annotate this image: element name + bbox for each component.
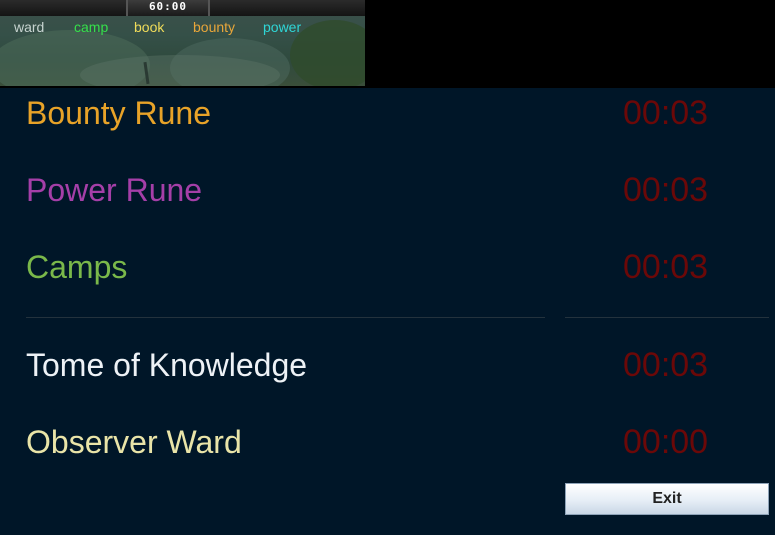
- timer-label-tome-of-knowledge: Tome of Knowledge: [26, 347, 308, 383]
- timer-label-power-rune: Power Rune: [26, 172, 203, 208]
- overlay-tag-bounty: bounty: [193, 19, 236, 35]
- section-divider-right: [565, 317, 769, 318]
- timer-value-camps: 00:03: [623, 248, 709, 286]
- overlay-tag-power: power: [263, 19, 302, 35]
- overlay-tag-ward: ward: [14, 19, 45, 35]
- exit-button[interactable]: Exit: [565, 483, 769, 515]
- timer-label-bounty-rune: Bounty Rune: [26, 95, 212, 131]
- timer-value-power-rune: 00:03: [623, 171, 709, 209]
- game-clock: 60:00: [148, 0, 188, 13]
- timer-value-observer-ward: 00:00: [623, 423, 709, 461]
- overlay-tag-camp: camp: [74, 19, 109, 35]
- timer-label-camps: Camps: [26, 249, 128, 285]
- game-preview: 60:00 ward camp book bounty power: [0, 0, 365, 86]
- timer-label-observer-ward: Observer Ward: [26, 424, 242, 460]
- overlay-tag-book: book: [134, 19, 165, 35]
- tree-patch: [290, 20, 365, 86]
- section-divider-left: [26, 317, 545, 318]
- timer-value-bounty-rune: 00:03: [623, 94, 709, 132]
- timer-panel: Bounty Rune 00:03 Power Rune 00:03 Camps…: [0, 88, 775, 535]
- timer-value-tome-of-knowledge: 00:03: [623, 346, 709, 384]
